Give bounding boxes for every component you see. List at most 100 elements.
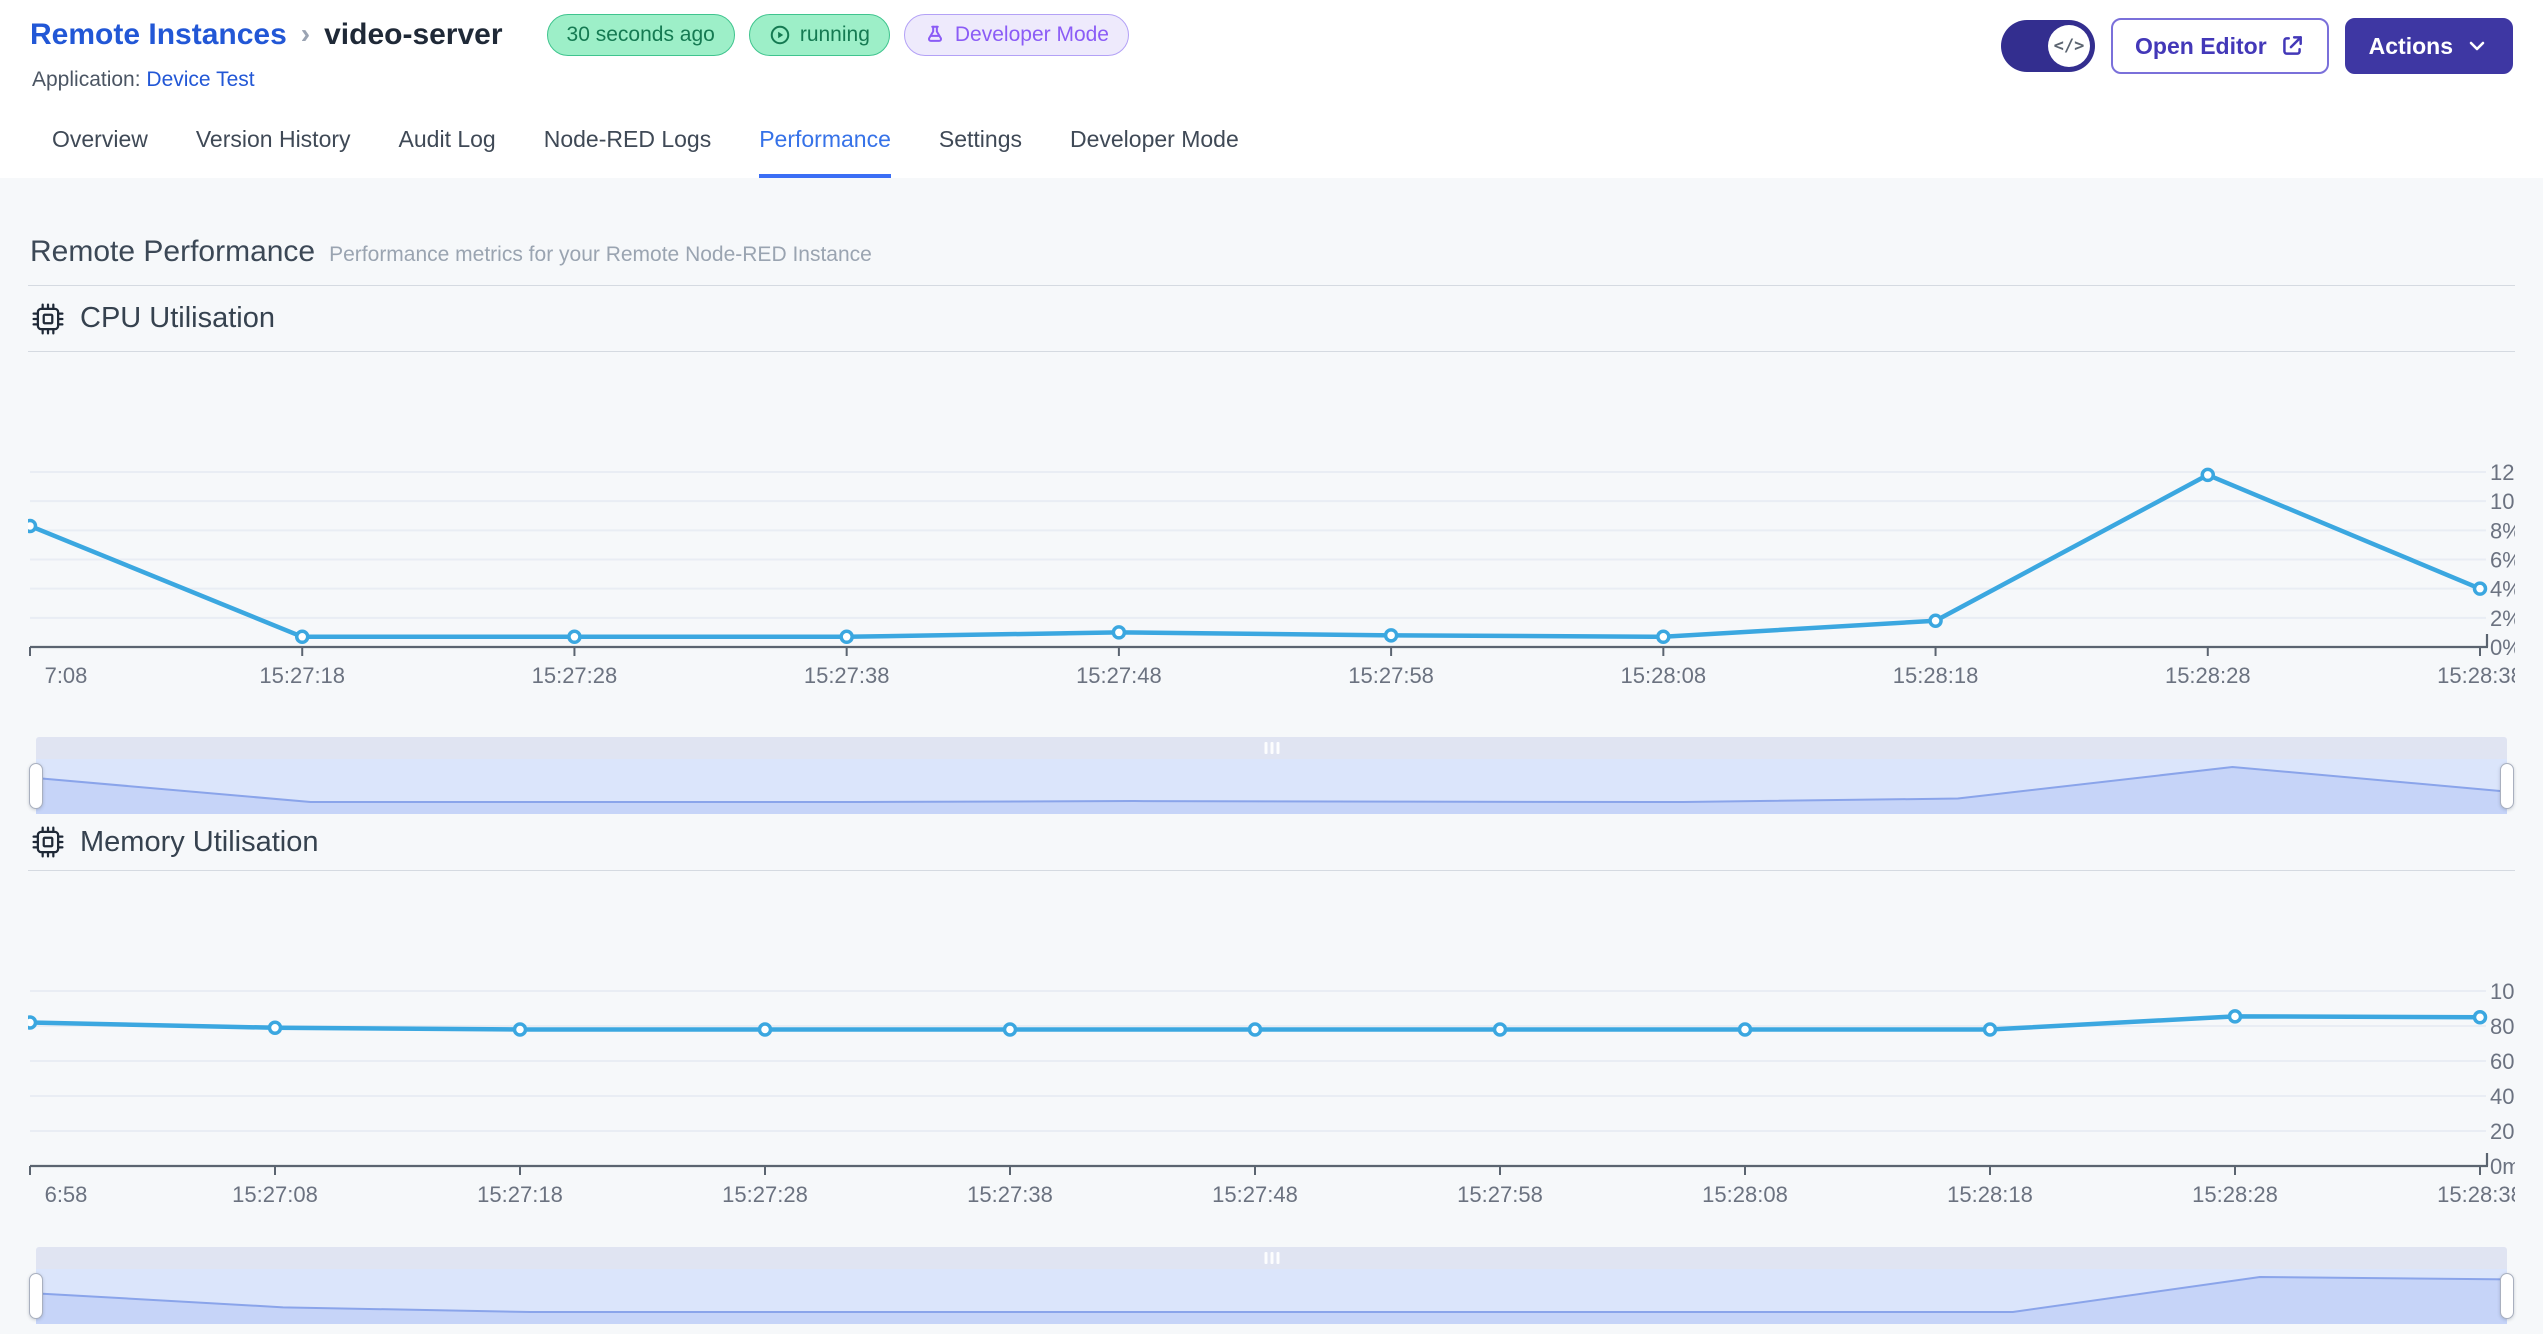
x-tick-label: 15:27:18 [259, 663, 345, 688]
breadcrumb-instance-name: video-server [324, 18, 503, 51]
open-editor-label: Open Editor [2135, 32, 2267, 59]
cpu-brush-track[interactable] [36, 737, 2507, 759]
y-tick-label: 80mb [2490, 1014, 2515, 1039]
y-tick-label: 40mb [2490, 1084, 2515, 1109]
memory-chip-icon [32, 826, 64, 858]
flask-icon [927, 25, 942, 42]
data-point-marker [1656, 629, 1671, 645]
data-point-marker [1383, 628, 1399, 643]
data-point-marker [839, 629, 854, 645]
memory-brush-minichart [36, 1275, 2507, 1324]
x-tick-label: 15:27:28 [532, 663, 618, 688]
y-tick-label: 0mb [2490, 1154, 2515, 1179]
x-tick-label: 15:28:28 [2165, 663, 2251, 688]
tab-audit-log[interactable]: Audit Log [399, 126, 496, 178]
data-point-marker [512, 1022, 528, 1037]
tab-node-red-logs[interactable]: Node-RED Logs [544, 126, 711, 178]
memory-brush-handle-left[interactable] [29, 1273, 43, 1319]
cpu-range-brush [29, 737, 2514, 814]
y-tick-label: 12% [2490, 460, 2515, 485]
breadcrumb-separator: › [300, 17, 311, 49]
data-point-marker [1928, 613, 1943, 628]
actions-label: Actions [2368, 32, 2453, 59]
actions-button[interactable]: Actions [2344, 18, 2513, 74]
tab-performance[interactable]: Performance [759, 126, 891, 178]
developer-mode-badge: Developer Mode [903, 14, 1129, 56]
x-tick-label: 15:27:38 [804, 663, 890, 688]
x-tick-label: 7:08 [45, 663, 88, 688]
data-point-marker [757, 1022, 773, 1037]
last-seen-label: 30 seconds ago [566, 23, 715, 46]
x-tick-label: 15:27:58 [1348, 663, 1434, 688]
tab-overview[interactable]: Overview [52, 126, 148, 178]
cpu-chip-icon [32, 302, 64, 335]
x-tick-label: 15:28:18 [1893, 663, 1979, 688]
y-tick-label: 2% [2490, 606, 2515, 631]
x-tick-label: 6:58 [45, 1182, 88, 1207]
page-title: Remote Performance [30, 235, 316, 268]
performance-panel: Remote Performance Performance metrics f… [0, 178, 2543, 1334]
last-seen-badge: 30 seconds ago [546, 14, 735, 56]
application-row: Application: Device Test [30, 68, 1129, 92]
y-tick-label: 60mb [2490, 1049, 2515, 1074]
data-point-marker [567, 629, 582, 645]
x-tick-label: 15:27:08 [232, 1182, 318, 1207]
x-tick-label: 15:28:38 [2437, 663, 2515, 688]
x-tick-label: 15:28:08 [1702, 1182, 1788, 1207]
y-tick-label: 10% [2490, 489, 2515, 514]
memory-chart[interactable]: 0mb 20mb 40mb 60mb 80mb 100mb 6:58 15:27:08 15:2… [28, 871, 2515, 1216]
data-point-marker [1737, 1022, 1753, 1037]
data-point-marker [28, 518, 38, 534]
y-tick-label: 100mb [2490, 979, 2515, 1004]
data-point-marker [28, 1015, 38, 1030]
memory-section-header: Memory Utilisation [28, 814, 2515, 871]
breadcrumb-remote-instances[interactable]: Remote Instances [30, 18, 287, 52]
status-badge: running [748, 14, 890, 56]
chevron-down-icon [2469, 41, 2485, 51]
cpu-section-title: CPU Utilisation [80, 302, 275, 334]
developer-mode-toggle[interactable]: </> [2001, 20, 2096, 72]
code-icon: </> [2048, 25, 2091, 67]
application-link[interactable]: Device Test [146, 68, 254, 91]
open-editor-button[interactable]: Open Editor [2111, 18, 2329, 74]
x-tick-label: 15:27:48 [1212, 1182, 1298, 1207]
data-point-marker [1111, 625, 1127, 640]
external-link-icon [2282, 36, 2302, 55]
data-point-marker [1982, 1022, 1998, 1037]
tab-version-history[interactable]: Version History [196, 126, 351, 178]
y-tick-label: 20mb [2490, 1119, 2515, 1144]
data-point-marker [2227, 1009, 2243, 1024]
y-tick-label: 8% [2490, 518, 2515, 543]
memory-brush-grip-icon[interactable] [1264, 1252, 1279, 1264]
memory-section-title: Memory Utilisation [80, 825, 319, 858]
cpu-brush-handle-right[interactable] [2500, 763, 2514, 809]
x-tick-label: 15:27:18 [477, 1182, 563, 1207]
x-tick-label: 15:27:38 [967, 1182, 1053, 1207]
cpu-chart[interactable]: 0% 2% 4% 6% 8% 10% 12% 7:08 15:27:18 15:27:28 15:2… [28, 352, 2515, 697]
y-tick-label: 4% [2490, 577, 2515, 602]
x-tick-label: 15:27:58 [1457, 1182, 1543, 1207]
x-tick-label: 15:28:18 [1947, 1182, 2033, 1207]
data-point-marker [1002, 1022, 1018, 1037]
x-tick-label: 15:28:38 [2437, 1182, 2515, 1207]
mini-area [36, 1277, 2507, 1324]
memory-brush-handle-right[interactable] [2500, 1273, 2514, 1319]
developer-mode-label: Developer Mode [954, 23, 1109, 46]
instance-tabs: Overview Version History Audit Log Node-… [0, 100, 2543, 178]
data-point-marker [1492, 1022, 1508, 1037]
data-point-marker [1247, 1022, 1263, 1037]
data-point-marker [294, 629, 310, 645]
cpu-section-header: CPU Utilisation [28, 285, 2515, 352]
page-subtitle: Performance metrics for your Remote Node… [329, 243, 872, 266]
cpu-brush-grip-icon[interactable] [1264, 742, 1279, 754]
x-tick-label: 15:28:28 [2192, 1182, 2278, 1207]
x-tick-label: 15:28:08 [1621, 663, 1707, 688]
y-tick-label: 6% [2490, 548, 2515, 573]
data-point-marker [2472, 1010, 2488, 1025]
tab-developer-mode[interactable]: Developer Mode [1070, 126, 1239, 178]
memory-range-brush [29, 1247, 2514, 1324]
cpu-brush-handle-left[interactable] [29, 763, 43, 809]
tab-settings[interactable]: Settings [939, 126, 1022, 178]
memory-brush-track[interactable] [36, 1247, 2507, 1269]
series-line [28, 472, 2483, 640]
